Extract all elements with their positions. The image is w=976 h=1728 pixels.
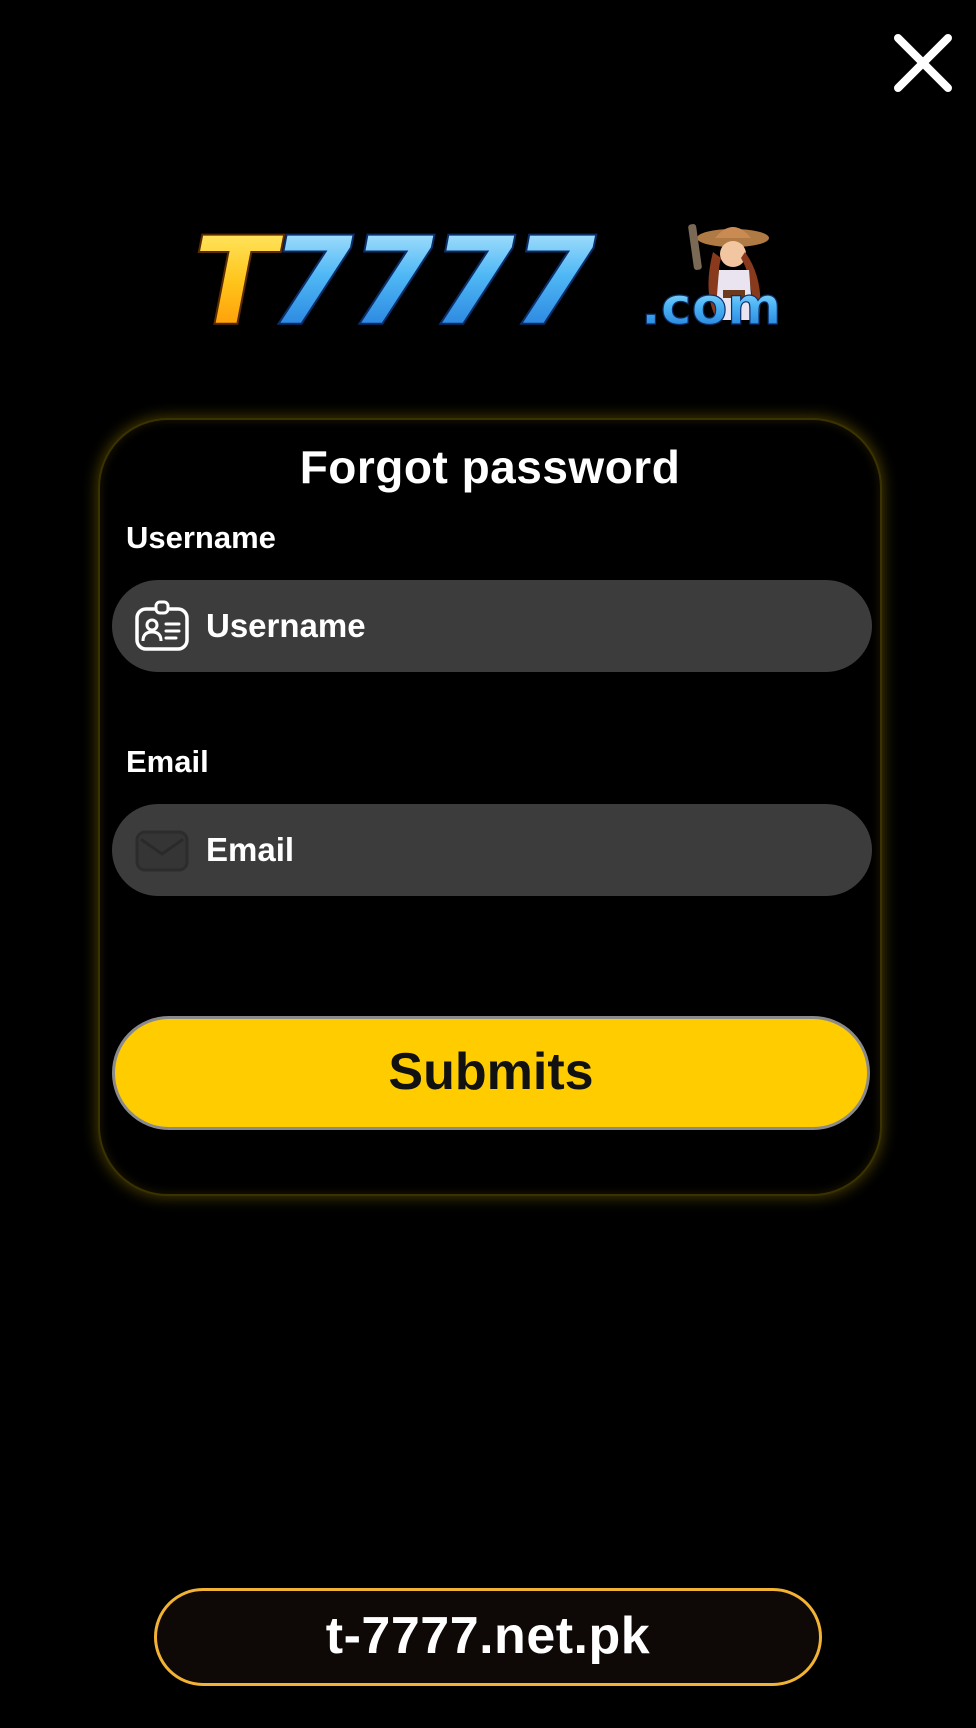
close-icon: [894, 34, 952, 92]
username-input[interactable]: [206, 580, 846, 672]
page-title: Forgot password: [299, 441, 681, 493]
logo-digits: 7777: [269, 220, 597, 353]
email-field-container[interactable]: [112, 804, 872, 896]
site-domain-badge: t-7777.net.pk: [154, 1588, 822, 1686]
username-field-container[interactable]: [112, 580, 872, 672]
close-button[interactable]: [890, 30, 956, 96]
email-label: Email: [126, 744, 209, 779]
logo-suffix: .com: [641, 277, 782, 337]
username-label: Username: [126, 520, 276, 555]
email-input[interactable]: [206, 804, 846, 896]
envelope-icon: [134, 824, 190, 876]
id-card-icon: [134, 600, 190, 652]
submit-button[interactable]: Submits: [112, 1016, 870, 1130]
site-logo: T 7777 .com: [193, 220, 805, 360]
forgot-password-card: Forgot password Username Email Submits: [98, 418, 882, 1196]
